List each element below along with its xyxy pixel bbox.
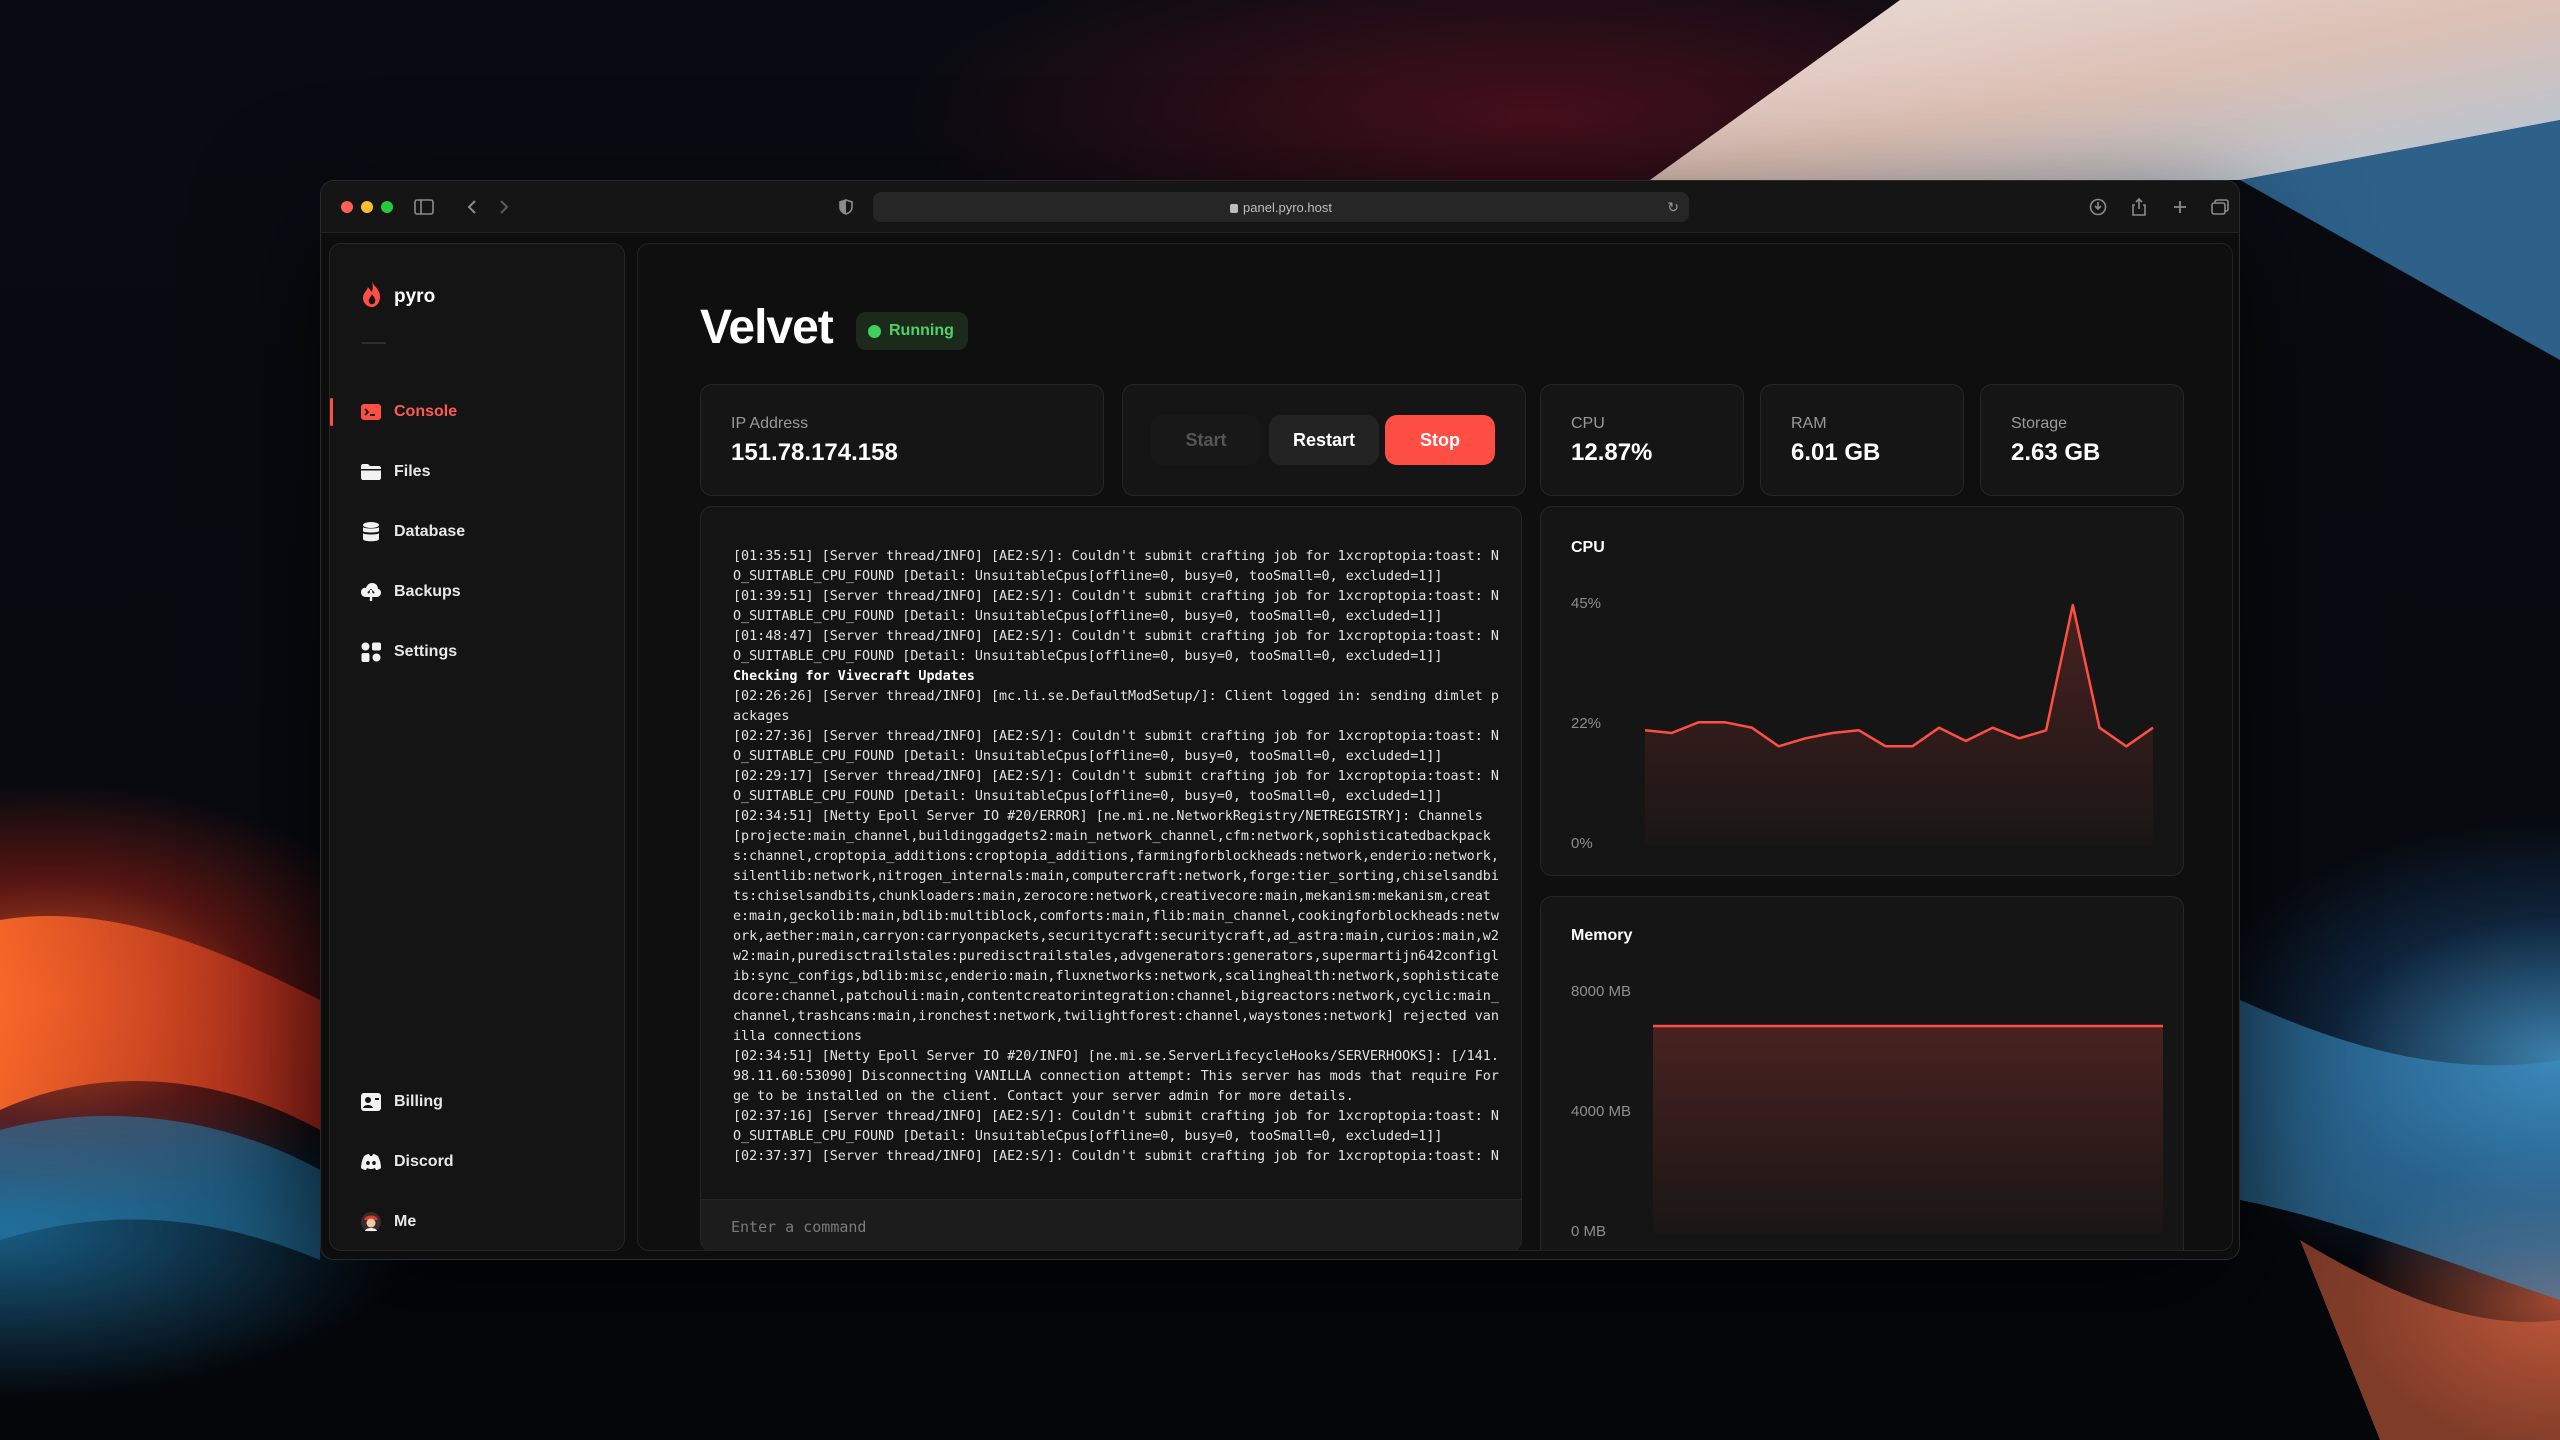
console-line: [02:26:26] [Server thread/INFO] [mc.li.s…	[733, 689, 1499, 724]
command-bar	[701, 1199, 1521, 1250]
sidebar-toggle-icon[interactable]	[411, 195, 437, 219]
browser-titlebar: panel.pyro.host ↻	[321, 181, 2239, 233]
flame-logo-icon	[360, 280, 384, 313]
storage-value: 2.63 GB	[2011, 439, 2101, 466]
share-icon[interactable]	[2126, 195, 2152, 219]
address-bar[interactable]: panel.pyro.host ↻	[873, 192, 1689, 222]
download-icon[interactable]	[2085, 195, 2111, 219]
avatar-icon	[360, 1211, 382, 1233]
sidebar-item-me[interactable]: Me	[330, 1202, 626, 1242]
ram-stat-card: RAM 6.01 GB	[1760, 384, 1964, 496]
console-panel: [01:35:51] [Server thread/INFO] [AE2:S/]…	[700, 506, 1522, 1250]
divider	[362, 342, 386, 344]
sidebar-item-discord[interactable]: Discord	[330, 1142, 626, 1182]
console-line: [01:35:51] [Server thread/INFO] [AE2:S/]…	[733, 549, 1499, 584]
billing-icon	[360, 1091, 382, 1113]
browser-window: panel.pyro.host ↻ pyro Console Files Dat…	[320, 180, 2240, 1260]
sidebar-item-label: Database	[394, 523, 466, 540]
start-button[interactable]: Start	[1151, 415, 1261, 465]
sidebar-item-label: Settings	[394, 643, 458, 660]
storage-label: Storage	[2011, 415, 2068, 432]
console-log[interactable]: [01:35:51] [Server thread/INFO] [AE2:S/]…	[733, 547, 1501, 1167]
tab-overview-icon[interactable]	[2207, 195, 2233, 219]
console-line: [01:48:47] [Server thread/INFO] [AE2:S/]…	[733, 629, 1499, 664]
console-line: [02:37:37] [Server thread/INFO] [AE2:S/]…	[733, 1149, 1499, 1164]
sidebar-item-label: Console	[394, 403, 458, 420]
console-line: Checking for Vivecraft Updates	[733, 669, 975, 684]
sidebar-item-label: Backups	[394, 583, 461, 600]
maximize-window-button[interactable]	[381, 201, 393, 213]
sidebar-item-files[interactable]: Files	[330, 452, 626, 492]
discord-icon	[360, 1151, 382, 1173]
cpu-label: CPU	[1571, 415, 1605, 432]
memory-chart-card: Memory 8000 MB 4000 MB 0 MB	[1540, 896, 2184, 1250]
sidebar-item-label: Me	[394, 1213, 417, 1230]
cpu-stat-card: CPU 12.87%	[1540, 384, 1744, 496]
forward-icon[interactable]	[491, 195, 517, 219]
new-tab-icon[interactable]	[2167, 195, 2193, 219]
sidebar-item-label: Billing	[394, 1093, 443, 1110]
lock-icon	[1230, 203, 1239, 213]
status-badge: Running	[856, 312, 968, 350]
minimize-window-button[interactable]	[361, 201, 373, 213]
chart-area-fill	[1645, 605, 2153, 845]
cpu-chart-card: CPU 45% 22% 0%	[1540, 506, 2184, 876]
url-text: panel.pyro.host	[1243, 199, 1332, 215]
ip-address-label: IP Address	[731, 415, 809, 432]
ip-address-value: 151.78.174.158	[731, 439, 898, 466]
reload-icon[interactable]: ↻	[1667, 199, 1679, 216]
console-line: [02:34:51] [Netty Epoll Server IO #20/IN…	[733, 1049, 1499, 1104]
ip-address-card[interactable]: IP Address 151.78.174.158	[700, 384, 1104, 496]
console-line: [02:27:36] [Server thread/INFO] [AE2:S/]…	[733, 729, 1499, 764]
command-input[interactable]	[731, 1217, 1521, 1236]
database-icon	[360, 521, 382, 543]
sidebar-item-console[interactable]: Console	[330, 392, 626, 432]
stop-button[interactable]: Stop	[1385, 415, 1495, 465]
sidebar-item-backups[interactable]: Backups	[330, 572, 626, 612]
brand[interactable]: pyro	[360, 280, 435, 313]
sidebar-item-database[interactable]: Database	[330, 512, 626, 552]
cloud-upload-icon	[360, 581, 382, 603]
chart-area-fill	[1653, 1026, 2163, 1233]
cpu-chart	[1644, 603, 2154, 845]
brand-name: pyro	[394, 285, 436, 307]
sidebar-item-label: Discord	[394, 1153, 454, 1170]
sidebar-item-settings[interactable]: Settings	[330, 632, 626, 672]
console-line: [02:34:51] [Netty Epoll Server IO #20/ER…	[733, 809, 1499, 1044]
storage-stat-card: Storage 2.63 GB	[1980, 384, 2184, 496]
sidebar-item-label: Files	[394, 463, 431, 480]
terminal-icon	[360, 401, 382, 423]
console-line: [01:39:51] [Server thread/INFO] [AE2:S/]…	[733, 589, 1499, 624]
console-line: [02:29:17] [Server thread/INFO] [AE2:S/]…	[733, 769, 1499, 804]
power-controls: Start Restart Stop	[1122, 384, 1526, 496]
status-dot-icon	[868, 324, 881, 338]
memory-chart	[1652, 1024, 2164, 1233]
console-line: [02:37:16] [Server thread/INFO] [AE2:S/]…	[733, 1109, 1499, 1144]
sidebar: pyro Console Files Database Backups Sett…	[329, 243, 625, 1251]
status-text: Running	[889, 322, 954, 339]
ram-value: 6.01 GB	[1791, 439, 1881, 466]
cpu-value: 12.87%	[1571, 439, 1653, 466]
restart-button[interactable]: Restart	[1269, 415, 1379, 465]
settings-icon	[360, 641, 382, 663]
sidebar-item-billing[interactable]: Billing	[330, 1082, 626, 1122]
server-name: Velvet	[700, 301, 834, 354]
close-window-button[interactable]	[341, 201, 353, 213]
back-icon[interactable]	[459, 195, 485, 219]
folder-icon	[360, 461, 382, 483]
privacy-shield-icon[interactable]	[833, 195, 859, 219]
ram-label: RAM	[1791, 415, 1827, 432]
main-content: Velvet Running IP Address 151.78.174.158…	[637, 243, 2233, 1251]
